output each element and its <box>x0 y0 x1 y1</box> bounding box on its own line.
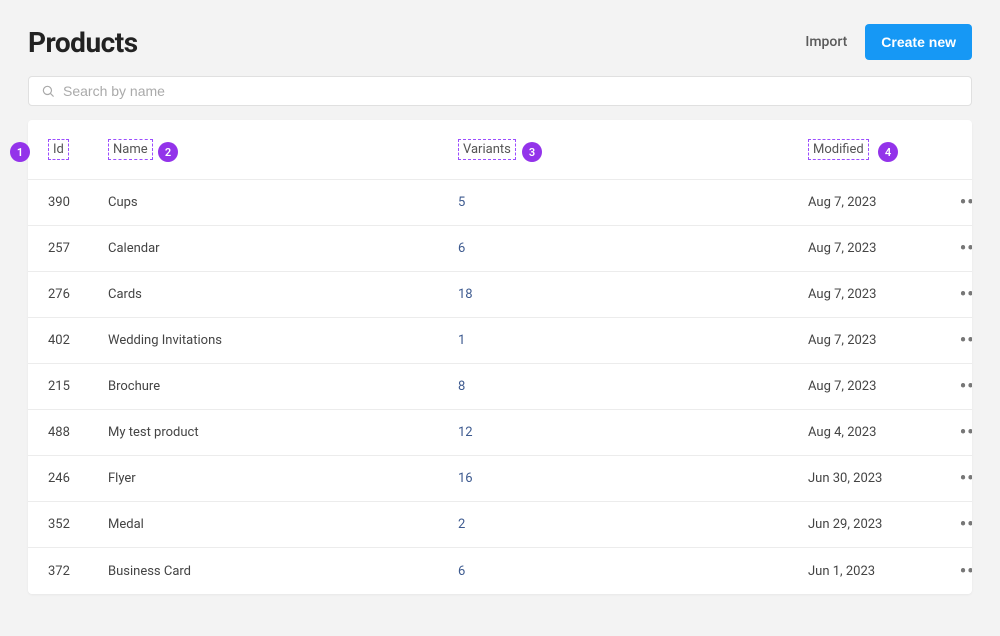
row-actions-button[interactable]: ••• <box>948 468 972 489</box>
cell-id: 402 <box>48 333 108 348</box>
cell-name[interactable]: Business Card <box>108 564 458 579</box>
cell-variants: 12 <box>458 425 808 440</box>
cell-name[interactable]: Brochure <box>108 379 458 394</box>
row-actions-button[interactable]: ••• <box>948 238 972 259</box>
page-header: Products Import Create new <box>0 0 1000 68</box>
row-actions-button[interactable]: ••• <box>948 376 972 397</box>
cell-modified: Aug 7, 2023 <box>808 379 948 394</box>
cell-id: 390 <box>48 195 108 210</box>
search-input[interactable] <box>63 83 959 99</box>
cell-variants: 18 <box>458 287 808 302</box>
cell-name[interactable]: Cards <box>108 287 458 302</box>
cell-name[interactable]: My test product <box>108 425 458 440</box>
search-icon <box>41 84 55 98</box>
cell-modified: Jun 30, 2023 <box>808 471 948 486</box>
import-button[interactable]: Import <box>805 34 847 50</box>
table-row[interactable]: 372Business Card6Jun 1, 2023••• <box>28 548 972 594</box>
cell-id: 488 <box>48 425 108 440</box>
page-title: Products <box>28 26 138 59</box>
cell-modified: Aug 7, 2023 <box>808 195 948 210</box>
table-row[interactable]: 215Brochure8Aug 7, 2023••• <box>28 364 972 410</box>
row-actions-button[interactable]: ••• <box>948 330 972 351</box>
cell-id: 276 <box>48 287 108 302</box>
create-new-button[interactable]: Create new <box>865 24 972 60</box>
table-row[interactable]: 276Cards18Aug 7, 2023••• <box>28 272 972 318</box>
cell-variants: 6 <box>458 241 808 256</box>
cell-id: 352 <box>48 517 108 532</box>
cell-name[interactable]: Calendar <box>108 241 458 256</box>
cell-variants: 16 <box>458 471 808 486</box>
search-wrap <box>0 68 1000 106</box>
cell-modified: Aug 7, 2023 <box>808 287 948 302</box>
table-row[interactable]: 246Flyer16Jun 30, 2023••• <box>28 456 972 502</box>
cell-id: 372 <box>48 564 108 579</box>
table-row[interactable]: 402Wedding Invitations1Aug 7, 2023••• <box>28 318 972 364</box>
cell-variants: 2 <box>458 517 808 532</box>
annotation-badge-4: 4 <box>878 142 898 162</box>
table-row[interactable]: 352Medal2Jun 29, 2023••• <box>28 502 972 548</box>
row-actions-button[interactable]: ••• <box>948 192 972 213</box>
cell-modified: Jun 29, 2023 <box>808 517 948 532</box>
cell-variants: 8 <box>458 379 808 394</box>
row-actions-button[interactable]: ••• <box>948 514 972 535</box>
row-actions-button[interactable]: ••• <box>948 561 972 582</box>
table-row[interactable]: 257Calendar6Aug 7, 2023••• <box>28 226 972 272</box>
annotation-badge-1: 1 <box>10 142 30 162</box>
cell-modified: Aug 7, 2023 <box>808 333 948 348</box>
products-table: Id Name Variants Modified 390Cups5Aug 7,… <box>28 120 972 594</box>
cell-modified: Jun 1, 2023 <box>808 564 948 579</box>
cell-id: 246 <box>48 471 108 486</box>
cell-variants: 6 <box>458 564 808 579</box>
header-actions: Import Create new <box>805 24 972 60</box>
cell-id: 257 <box>48 241 108 256</box>
cell-modified: Aug 7, 2023 <box>808 241 948 256</box>
cell-name[interactable]: Wedding Invitations <box>108 333 458 348</box>
annotation-badge-2: 2 <box>158 142 178 162</box>
table-row[interactable]: 488My test product12Aug 4, 2023••• <box>28 410 972 456</box>
cell-modified: Aug 4, 2023 <box>808 425 948 440</box>
cell-name[interactable]: Flyer <box>108 471 458 486</box>
row-actions-button[interactable]: ••• <box>948 284 972 305</box>
cell-variants: 1 <box>458 333 808 348</box>
cell-variants: 5 <box>458 195 808 210</box>
column-header-variants[interactable]: Variants <box>458 139 808 160</box>
table-row[interactable]: 390Cups5Aug 7, 2023••• <box>28 180 972 226</box>
cell-name[interactable]: Medal <box>108 517 458 532</box>
row-actions-button[interactable]: ••• <box>948 422 972 443</box>
column-header-id[interactable]: Id <box>48 139 108 160</box>
search-box[interactable] <box>28 76 972 106</box>
annotation-badge-3: 3 <box>522 142 542 162</box>
cell-id: 215 <box>48 379 108 394</box>
cell-name[interactable]: Cups <box>108 195 458 210</box>
